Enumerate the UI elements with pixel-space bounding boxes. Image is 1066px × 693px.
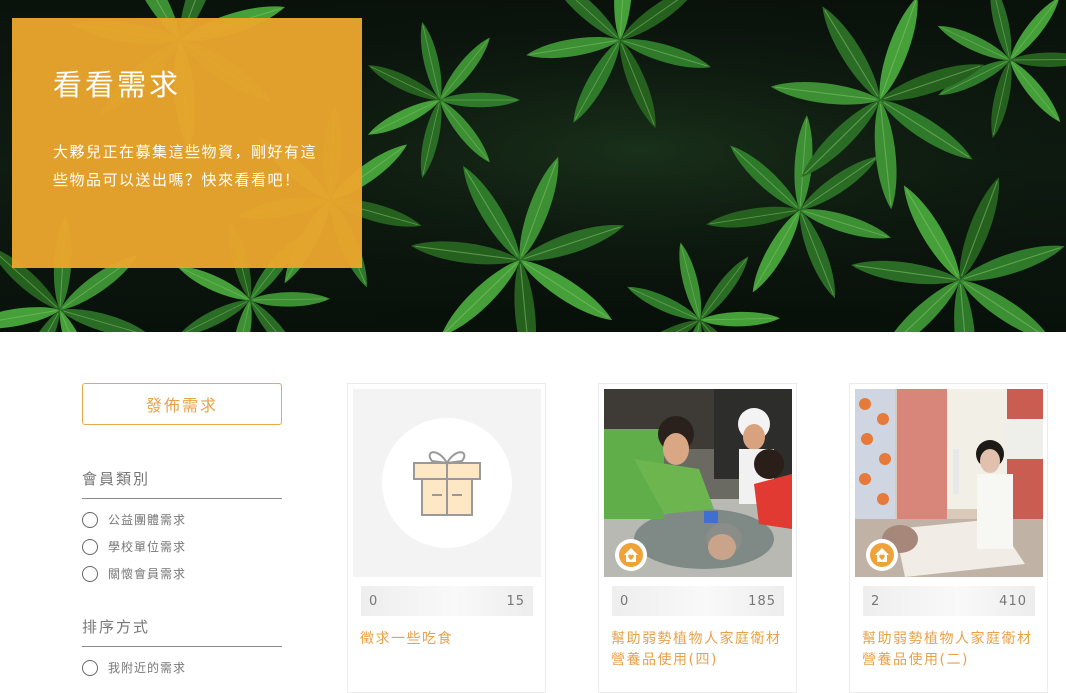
card-stats: 2 410 [863,586,1035,616]
publish-request-button[interactable]: 發佈需求 [82,383,282,425]
home-heart-badge [615,539,647,571]
hero-banner: 看看需求 大夥兒正在募集這些物資，剛好有這些物品可以送出嗎？快來看看吧！ [0,0,1066,332]
radio-icon[interactable] [82,538,98,555]
filter-option-school[interactable]: 學校單位需求 [82,538,186,555]
card-image-placeholder [353,389,541,577]
card-stats: 0 185 [612,586,784,616]
stat-left: 2 [871,593,881,609]
filter-option-care-member[interactable]: 關懷會員需求 [82,565,186,582]
filter-option-label: 關懷會員需求 [108,567,187,581]
request-card[interactable]: 2 410 幫助弱勢植物人家庭衛材營養品使用(二) [849,383,1048,693]
filter-option-charity[interactable]: 公益團體需求 [82,511,186,528]
request-card[interactable]: 0 15 徵求一些吃食 [347,383,546,693]
home-heart-icon [619,543,643,567]
radio-icon[interactable] [82,565,98,582]
home-heart-badge [866,539,898,571]
filter-option-label: 學校單位需求 [108,540,187,554]
member-type-title: 會員類別 [82,468,282,499]
gift-icon [413,451,481,516]
sort-option-nearby[interactable]: 我附近的需求 [82,659,186,676]
filter-option-label: 公益團體需求 [108,513,187,527]
sort-option-label: 我附近的需求 [108,661,187,675]
stat-right: 185 [748,593,776,609]
stat-right: 15 [506,593,525,609]
radio-icon[interactable] [82,511,98,528]
sort-title: 排序方式 [82,616,282,647]
stat-left: 0 [369,593,379,609]
stat-left: 0 [620,593,630,609]
home-heart-icon [870,543,894,567]
card-title[interactable]: 徵求一些吃食 [360,629,542,650]
card-title[interactable]: 幫助弱勢植物人家庭衛材營養品使用(四) [611,629,793,671]
card-photo [855,389,1043,577]
radio-icon[interactable] [82,659,98,676]
card-title[interactable]: 幫助弱勢植物人家庭衛材營養品使用(二) [862,629,1044,671]
page-title: 看看需求 [53,68,182,102]
hero-description: 大夥兒正在募集這些物資，剛好有這些物品可以送出嗎？快來看看吧！ [53,143,318,189]
request-card[interactable]: 0 185 幫助弱勢植物人家庭衛材營養品使用(四) [598,383,797,693]
hero-card: 看看需求 大夥兒正在募集這些物資，剛好有這些物品可以送出嗎？快來看看吧！ [12,18,362,268]
card-stats: 0 15 [361,586,533,616]
card-photo [604,389,792,577]
gift-placeholder [382,418,512,548]
stat-right: 410 [999,593,1027,609]
